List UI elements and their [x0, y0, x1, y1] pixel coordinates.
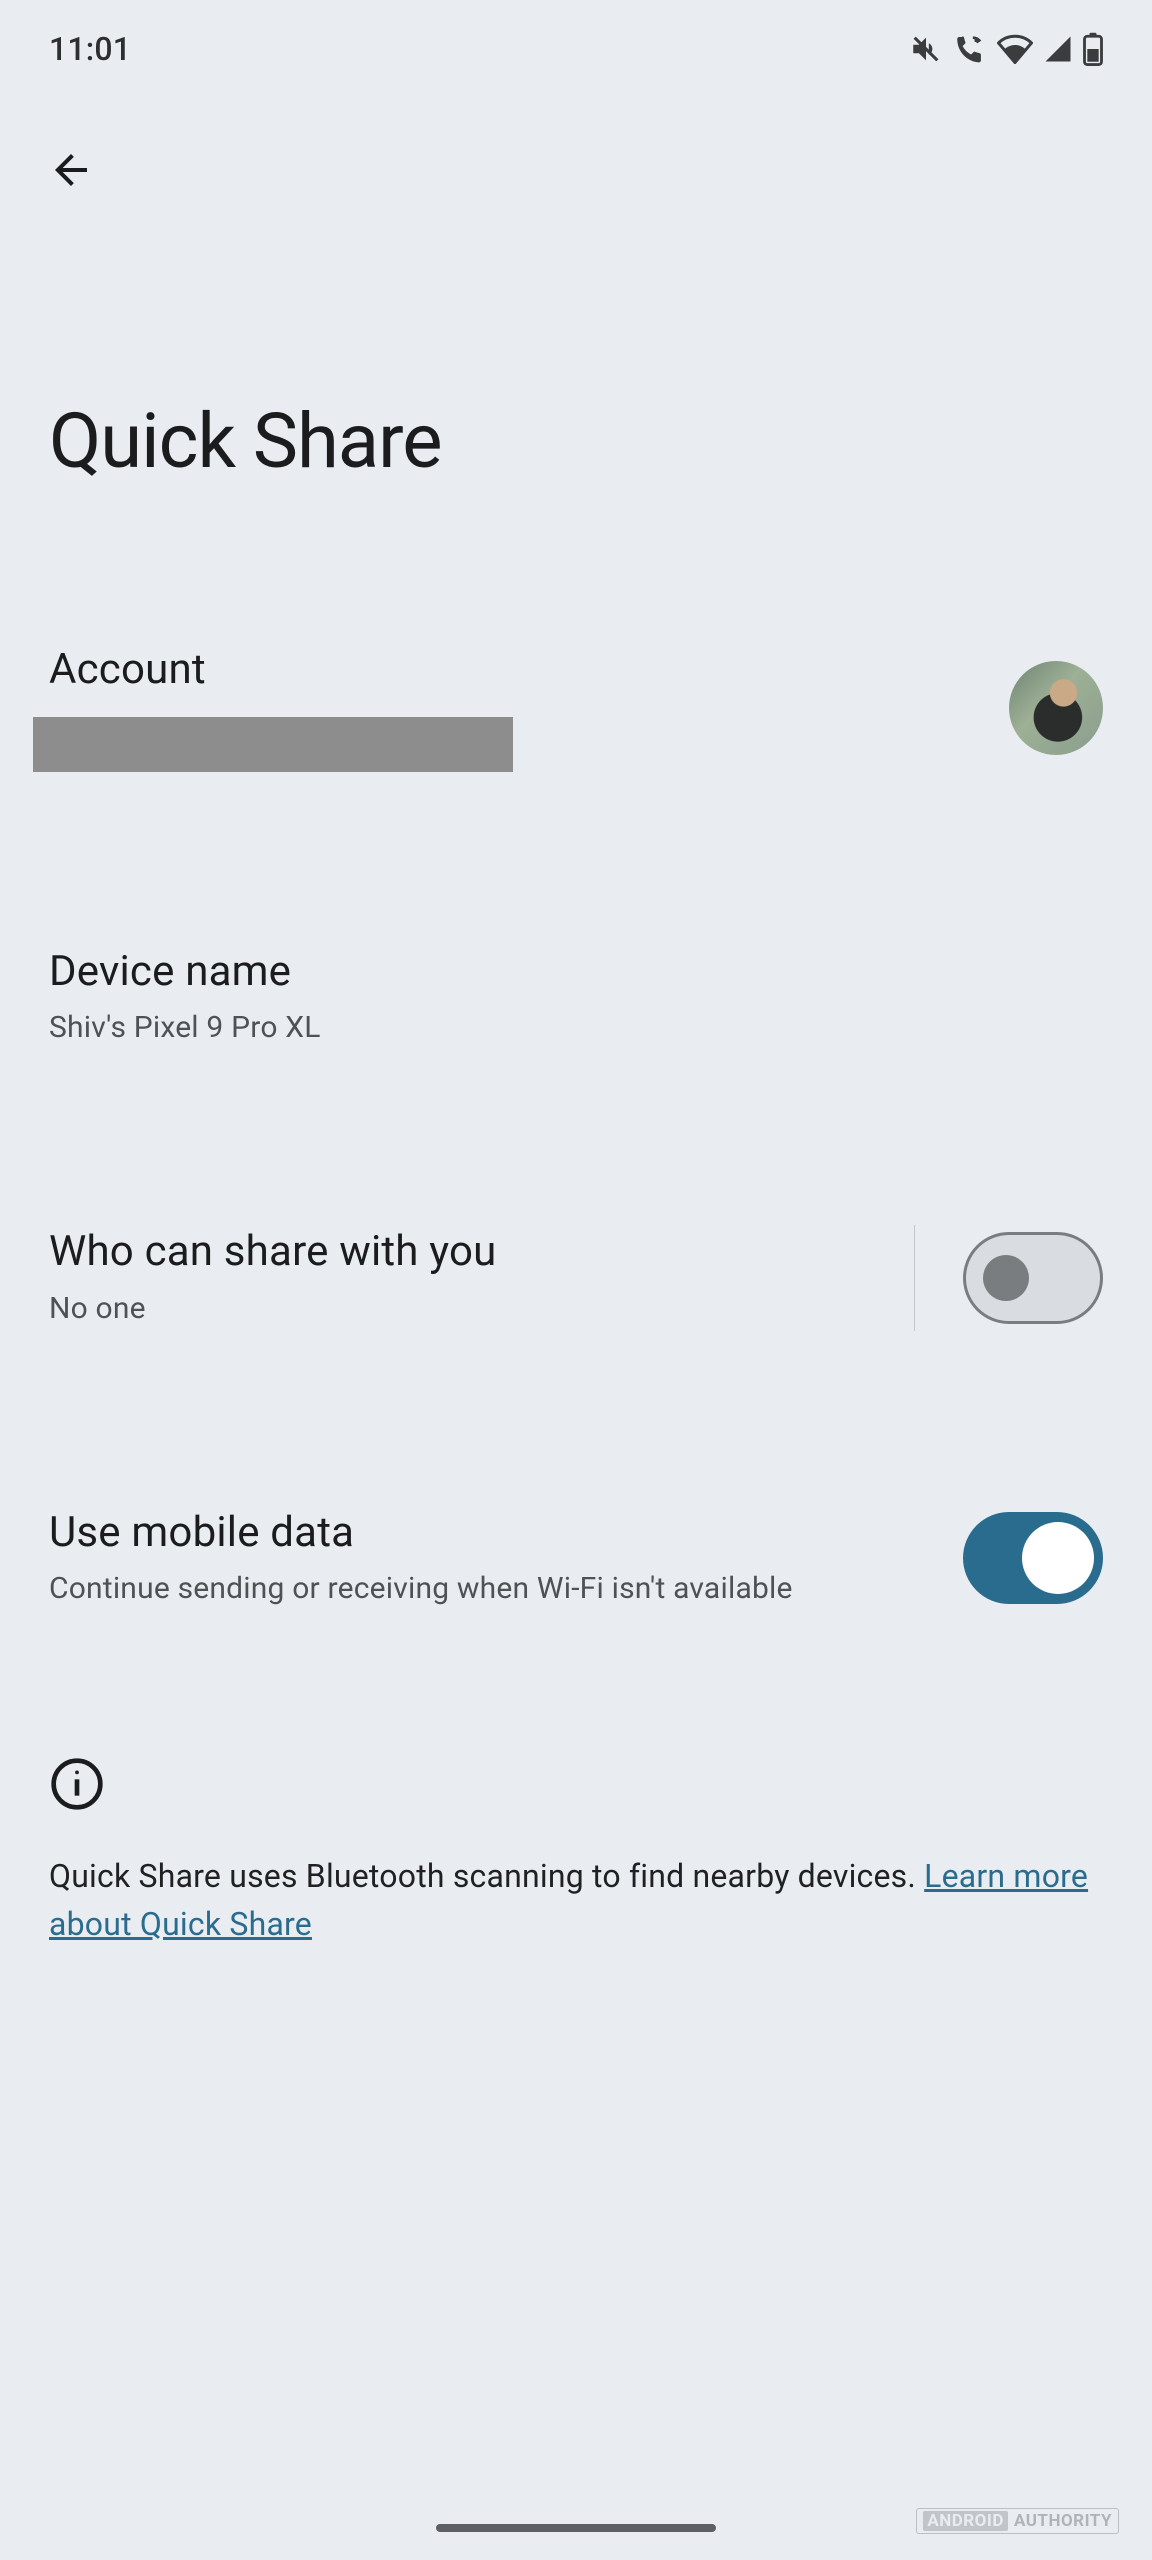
- toggle-divider: [914, 1225, 915, 1331]
- setting-device-name[interactable]: Device name Shiv's Pixel 9 Pro XL: [49, 918, 1103, 1077]
- settings-list: Account Device name Shiv's Pixel 9 Pro X…: [17, 486, 1135, 1948]
- info-text: Quick Share uses Bluetooth scanning to f…: [49, 1857, 924, 1895]
- battery-icon: [1083, 32, 1103, 66]
- device-name-label: Device name: [49, 946, 1103, 999]
- info-icon: [49, 1756, 105, 1812]
- info-section: Quick Share uses Bluetooth scanning to f…: [49, 1638, 1103, 1948]
- avatar[interactable]: [1009, 661, 1103, 755]
- setting-mobile-data[interactable]: Use mobile data Continue sending or rece…: [49, 1479, 1103, 1638]
- mobile-data-switch[interactable]: [963, 1512, 1103, 1604]
- arrow-back-icon: [47, 146, 95, 194]
- mobile-data-label: Use mobile data: [49, 1507, 939, 1560]
- status-bar: 11:01: [17, 0, 1135, 78]
- switch-knob: [1022, 1522, 1094, 1594]
- wifi-icon: [997, 34, 1033, 64]
- back-row: [17, 78, 1135, 206]
- home-indicator[interactable]: [436, 2524, 716, 2532]
- info-paragraph: Quick Share uses Bluetooth scanning to f…: [49, 1852, 1103, 1948]
- who-can-share-switch[interactable]: [963, 1232, 1103, 1324]
- page-title: Quick Share: [17, 206, 1135, 486]
- account-value-redacted: [33, 717, 513, 772]
- who-can-share-label: Who can share with you: [49, 1226, 890, 1279]
- mobile-data-desc: Continue sending or receiving when Wi-Fi…: [49, 1569, 939, 1610]
- setting-who-can-share[interactable]: Who can share with you No one: [49, 1197, 1103, 1359]
- signal-icon: [1043, 34, 1073, 64]
- watermark-right: AUTHORITY: [1014, 2511, 1112, 2531]
- watermark: ANDROID AUTHORITY: [916, 2508, 1119, 2534]
- status-time: 11:01: [49, 30, 131, 68]
- account-label: Account: [49, 644, 985, 697]
- switch-knob: [983, 1255, 1029, 1301]
- watermark-left: ANDROID: [923, 2511, 1008, 2531]
- setting-account[interactable]: Account: [49, 616, 1103, 800]
- who-can-share-value: No one: [49, 1289, 890, 1330]
- mute-icon: [909, 32, 943, 66]
- back-button[interactable]: [35, 134, 107, 206]
- wifi-calling-icon: [953, 32, 987, 66]
- status-icons: [909, 32, 1103, 66]
- device-name-value: Shiv's Pixel 9 Pro XL: [49, 1008, 1103, 1049]
